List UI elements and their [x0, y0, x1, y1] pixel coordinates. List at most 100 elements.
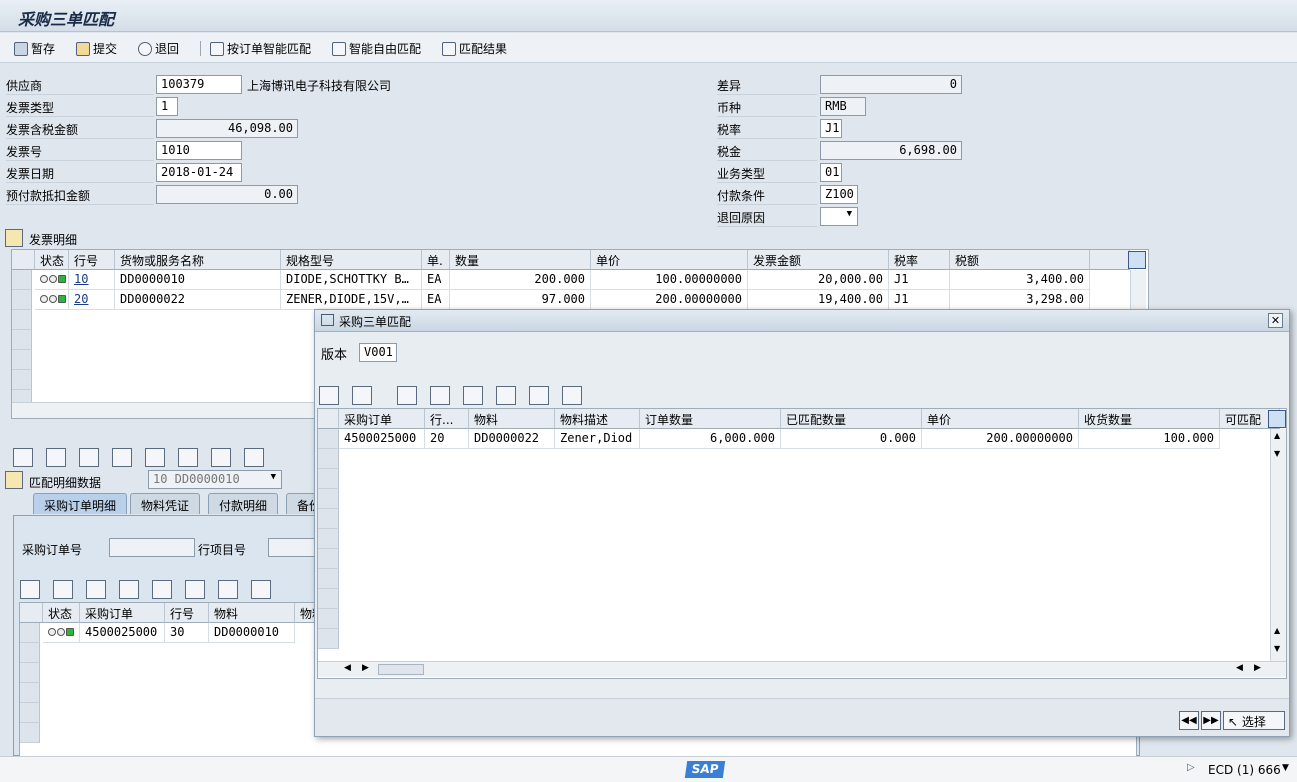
insert-row-icon[interactable] [13, 448, 33, 467]
tax-field[interactable]: 6,698.00 [820, 141, 962, 160]
scroll-thumb[interactable] [378, 664, 424, 675]
diff-field[interactable]: 0 [820, 75, 962, 94]
row-selector[interactable] [318, 529, 339, 549]
copy-icon[interactable] [79, 448, 99, 467]
col-header[interactable]: 行... [425, 409, 469, 429]
col-header[interactable]: 物料描述 [555, 409, 640, 429]
row-selector[interactable] [12, 310, 32, 330]
insert-row-icon[interactable] [20, 580, 40, 599]
previous-icon[interactable]: ◀◀ [1179, 711, 1199, 730]
invoice-no-field[interactable]: 1010 [156, 141, 242, 160]
col-header[interactable]: 数量 [450, 250, 591, 270]
tab-payment-details[interactable]: 付款明细 [208, 493, 279, 514]
copy-icon[interactable] [430, 386, 450, 405]
row-selector[interactable] [318, 489, 339, 509]
col-header[interactable]: 税率 [889, 250, 950, 270]
col-header[interactable]: 规格型号 [281, 250, 422, 270]
insert-row-icon[interactable] [319, 386, 339, 405]
col-header[interactable]: 单价 [591, 250, 748, 270]
row-selector[interactable] [318, 469, 339, 489]
copy-icon[interactable] [185, 580, 205, 599]
copy-icon[interactable] [463, 386, 483, 405]
return-reason-dropdown[interactable]: ▼ [820, 207, 858, 226]
list-icon[interactable] [218, 580, 238, 599]
copy-icon[interactable] [86, 580, 106, 599]
version-field[interactable]: V001 [359, 343, 397, 362]
close-icon[interactable]: ✕ [1268, 313, 1283, 328]
po-number-field[interactable] [109, 538, 195, 557]
row-selector[interactable] [318, 549, 339, 569]
select-all-header[interactable] [318, 409, 339, 429]
match-line-dropdown[interactable]: 10 DD0000010 ▼ [148, 470, 282, 489]
arrow-right-icon[interactable]: ▷ [1187, 762, 1195, 773]
folder-icon[interactable] [5, 229, 23, 247]
row-selector[interactable] [318, 609, 339, 629]
line-link[interactable]: 10 [69, 270, 115, 290]
row-selector[interactable] [318, 429, 339, 449]
smart-free-match-button[interactable]: 智能自由匹配 [332, 40, 421, 57]
col-header[interactable]: 采购订单 [80, 603, 165, 623]
row-selector[interactable] [318, 569, 339, 589]
col-header[interactable]: 单. [422, 250, 450, 270]
col-header[interactable]: 订单数量 [640, 409, 781, 429]
invoice-type-field[interactable]: 1 [156, 97, 178, 116]
row-selector[interactable] [318, 589, 339, 609]
select-button[interactable]: ↖ 选择 [1223, 711, 1285, 730]
back-button[interactable]: 退回 [138, 40, 179, 57]
submit-button[interactable]: 提交 [76, 40, 117, 57]
select-all-header[interactable] [12, 250, 35, 270]
invoice-date-field[interactable]: 2018-01-24 [156, 163, 242, 182]
tab-po-details[interactable]: 采购订单明细 [33, 493, 128, 514]
col-header[interactable]: 已匹配数量 [781, 409, 922, 429]
vertical-scrollbar[interactable]: ▲ ▼ ▲ ▼ [1270, 429, 1286, 661]
po-smart-match-button[interactable]: 按订单智能匹配 [210, 40, 311, 57]
next-icon[interactable]: ▶▶ [1201, 711, 1221, 730]
col-header[interactable]: 税额 [950, 250, 1090, 270]
chevron-down-icon[interactable]: ▼ [1282, 763, 1289, 773]
horizontal-scrollbar[interactable]: ◀ ▶ ◀ ▶ [318, 661, 1286, 677]
row-selector[interactable] [12, 350, 32, 370]
col-header[interactable]: 状态 [35, 250, 69, 270]
copy-icon[interactable] [178, 448, 198, 467]
row-selector[interactable] [20, 683, 40, 703]
list-icon[interactable] [211, 448, 231, 467]
folder-icon[interactable] [5, 471, 23, 489]
copy-icon[interactable] [397, 386, 417, 405]
arrow-down-icon[interactable]: ▼ [1274, 449, 1280, 458]
row-selector[interactable] [20, 623, 40, 643]
arrow-up-icon[interactable]: ▲ [1274, 431, 1280, 440]
arrow-up-icon[interactable]: ▲ [1274, 626, 1280, 635]
list-icon[interactable] [251, 580, 271, 599]
match-result-button[interactable]: 匹配结果 [442, 40, 507, 57]
row-selector[interactable] [12, 370, 32, 390]
row-selector[interactable] [12, 270, 32, 290]
col-header[interactable]: 行号 [69, 250, 115, 270]
arrow-down-icon[interactable]: ▼ [1274, 644, 1280, 653]
copy-icon[interactable] [152, 580, 172, 599]
list-icon[interactable] [529, 386, 549, 405]
list-icon[interactable] [562, 386, 582, 405]
select-all-header[interactable] [20, 603, 43, 623]
copy-icon[interactable] [112, 448, 132, 467]
prepay-field[interactable]: 0.00 [156, 185, 298, 204]
col-header[interactable]: 状态 [43, 603, 80, 623]
list-icon[interactable] [244, 448, 264, 467]
row-selector[interactable] [20, 703, 40, 723]
delete-row-icon[interactable] [352, 386, 372, 405]
row-selector[interactable] [318, 629, 339, 649]
col-header[interactable]: 物料 [209, 603, 295, 623]
vendor-field[interactable]: 100379 [156, 75, 242, 94]
save-button[interactable]: 暂存 [14, 40, 55, 57]
arrow-left-icon[interactable]: ◀ [1236, 663, 1243, 673]
row-selector[interactable] [318, 509, 339, 529]
col-header[interactable]: 行号 [165, 603, 209, 623]
arrow-right-icon[interactable]: ▶ [1254, 663, 1261, 673]
tax-code-field[interactable]: J1 [820, 119, 842, 138]
copy-icon[interactable] [119, 580, 139, 599]
col-header[interactable]: 发票金额 [748, 250, 889, 270]
row-selector[interactable] [318, 449, 339, 469]
payment-field[interactable]: Z100 [820, 185, 858, 204]
biz-type-field[interactable]: 01 [820, 163, 842, 182]
copy-icon[interactable] [496, 386, 516, 405]
line-link[interactable]: 20 [69, 290, 115, 310]
